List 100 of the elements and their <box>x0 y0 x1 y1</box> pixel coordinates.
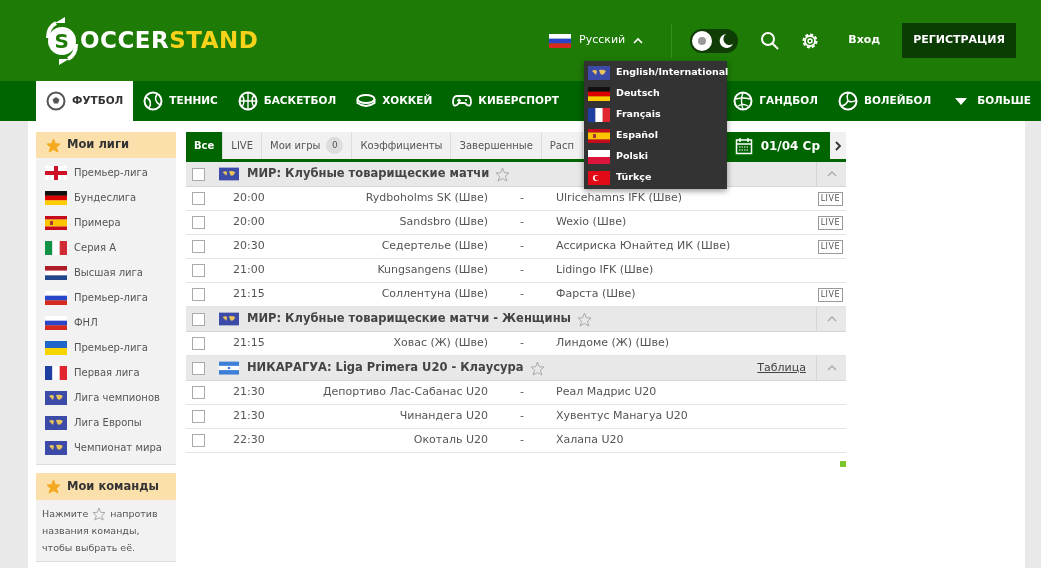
sport-tab[interactable]: КИБЕРСПОРТ <box>442 81 569 121</box>
checkbox[interactable] <box>192 264 205 277</box>
league-link[interactable]: Чемпионат мира <box>36 435 176 460</box>
score-separator: - <box>519 238 525 255</box>
checkbox[interactable] <box>192 434 205 447</box>
language-option[interactable]: English/International <box>584 62 727 83</box>
language-option[interactable]: Español <box>584 125 727 146</box>
home-team: Депортиво Лас-Сабанас U20 <box>321 384 488 401</box>
league-link[interactable]: ФНЛ <box>36 310 176 335</box>
corner-marker <box>840 461 846 467</box>
sport-tab[interactable]: ТЕННИС <box>133 81 228 121</box>
match-time: 20:00 <box>232 214 266 231</box>
league-link[interactable]: Премьер-лига <box>36 285 176 310</box>
checkbox[interactable] <box>192 216 205 229</box>
filter-tab[interactable]: Завершенные <box>451 132 542 159</box>
calendar-icon <box>734 136 753 155</box>
away-team: Реал Мадрис U20 <box>556 384 658 401</box>
sport-tab[interactable]: ФУТБОЛ <box>36 81 134 121</box>
date-picker[interactable]: 01/04 Ср <box>724 132 830 159</box>
star-icon <box>529 360 545 376</box>
league-link[interactable]: Лига Европы <box>36 410 176 435</box>
checkbox[interactable] <box>192 361 205 375</box>
home-team: Соллентуна (Шве) <box>380 286 488 303</box>
star-icon <box>495 166 511 182</box>
tennis-ball-icon <box>143 91 164 111</box>
league-link[interactable]: Серия А <box>36 235 176 260</box>
sport-tab[interactable]: БОЛЬШЕ <box>941 81 1041 121</box>
filter-tab[interactable]: Все <box>186 132 224 159</box>
checkbox[interactable] <box>192 167 205 181</box>
volleyball-icon <box>837 91 858 111</box>
match-time: 21:15 <box>232 335 266 352</box>
home-team: Sandsbro (Шве) <box>398 214 488 231</box>
league-link[interactable]: Премьер-лига <box>36 335 176 360</box>
flag-icon <box>45 215 67 230</box>
ball-icon <box>46 91 66 111</box>
league-link[interactable]: Высшая лига <box>36 260 176 285</box>
checkbox[interactable] <box>192 240 205 253</box>
flag-icon <box>45 315 67 330</box>
flag-icon <box>588 86 610 101</box>
globe-flag-icon <box>45 440 67 455</box>
score-separator: - <box>519 190 525 207</box>
checkbox[interactable] <box>192 312 205 326</box>
globe-flag-icon <box>219 167 239 181</box>
match-time: 21:30 <box>232 384 266 401</box>
filter-tab[interactable]: Коэффициенты <box>352 132 452 159</box>
live-badge[interactable]: LIVE <box>817 191 843 206</box>
away-team: Фарста (Шве) <box>556 286 637 303</box>
checkbox[interactable] <box>192 337 205 350</box>
away-team: Ulricehamns IFK (Шве) <box>556 190 683 207</box>
score-separator: - <box>519 384 525 401</box>
filter-tab[interactable]: LIVE <box>223 132 263 159</box>
sport-tab[interactable]: БАСКЕТБОЛ <box>227 81 347 121</box>
star-icon <box>46 137 61 153</box>
flag-icon <box>588 128 610 143</box>
home-team: Ховас (Ж) (Шве) <box>392 335 488 352</box>
checkbox[interactable] <box>192 192 205 205</box>
sport-tab[interactable]: ВОЛЕЙБОЛ <box>827 81 942 121</box>
language-option[interactable]: Polski <box>584 146 727 167</box>
hint-text: напротив <box>110 507 158 521</box>
language-option[interactable]: Türkçe <box>584 167 727 188</box>
away-team: Lidingo IFK (Шве) <box>556 262 655 279</box>
flag-icon <box>219 361 239 375</box>
league-link[interactable]: Примера <box>36 210 176 235</box>
live-badge[interactable]: LIVE <box>817 287 843 302</box>
score-separator: - <box>519 214 525 231</box>
globe-flag-icon <box>588 65 610 80</box>
register-button[interactable]: РЕГИСТРАЦИЯ <box>902 23 1016 58</box>
logo[interactable]: S OCCERSTAND <box>45 15 259 66</box>
match-time: 21:15 <box>232 286 266 303</box>
globe-flag-icon <box>219 312 239 326</box>
theme-toggle[interactable] <box>690 28 739 53</box>
table-link[interactable]: Таблица <box>757 359 806 377</box>
sport-tab[interactable]: ХОККЕЙ <box>346 81 443 121</box>
flag-icon <box>45 165 67 180</box>
league-title: МИР: Клубные товарищеские матчи - Женщины <box>247 310 571 328</box>
league-link[interactable]: Бундеслига <box>36 185 176 210</box>
score-separator: - <box>519 286 525 303</box>
checkbox[interactable] <box>192 288 205 301</box>
count-badge: 0 <box>326 137 344 154</box>
language-selector[interactable]: Русский <box>543 31 650 50</box>
flag-icon <box>588 149 610 164</box>
star-icon <box>577 311 592 327</box>
filter-tab[interactable]: Расп <box>541 132 584 159</box>
league-title: МИР: Клубные товарищеские матчи <box>247 165 490 183</box>
live-badge[interactable]: LIVE <box>817 215 843 230</box>
hint-text: названия команды, чтобы выбрать её. <box>42 524 141 555</box>
flag-icon <box>45 240 67 255</box>
match-time: 21:00 <box>232 262 266 279</box>
live-badge[interactable]: LIVE <box>817 239 843 254</box>
home-team: Седертелье (Шве) <box>380 238 488 255</box>
checkbox[interactable] <box>192 386 205 399</box>
login-link[interactable]: Вход <box>842 31 887 50</box>
league-link[interactable]: Лига чемпионов <box>36 385 176 410</box>
filter-tab[interactable]: Мои игры 0 <box>262 132 353 159</box>
league-link[interactable]: Первая лига <box>36 360 176 385</box>
flag-icon <box>45 190 67 205</box>
away-team: Wexio (Шве) <box>556 214 628 231</box>
checkbox[interactable] <box>192 410 205 423</box>
league-link[interactable]: Премьер-лига <box>36 160 176 185</box>
star-icon <box>92 506 107 521</box>
